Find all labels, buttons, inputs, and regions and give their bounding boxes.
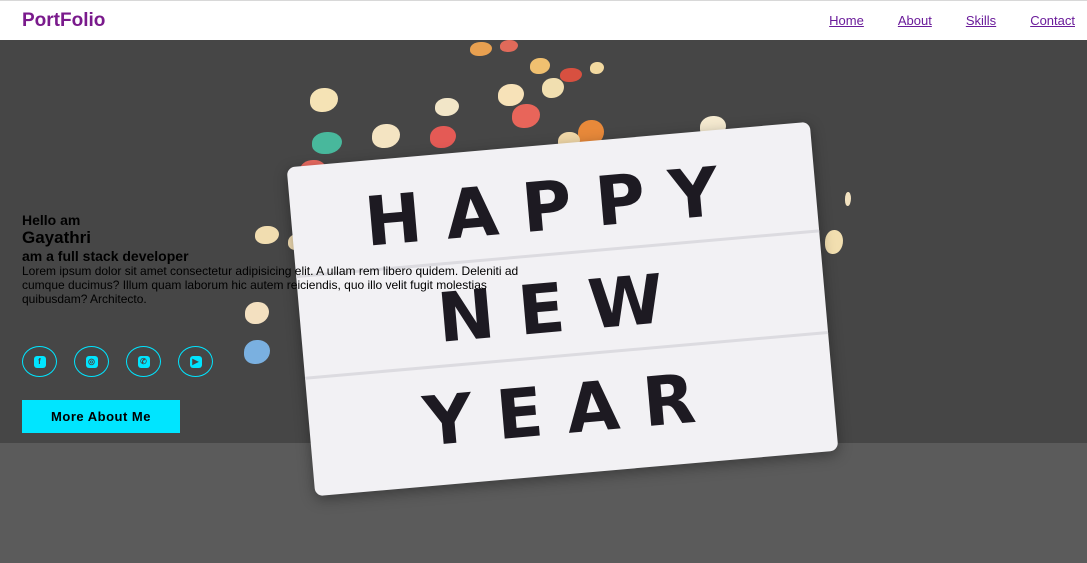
greeting: Hello am: [22, 212, 81, 228]
nav-link-contact[interactable]: Contact: [1030, 13, 1075, 28]
social-links: f ◎ ✆ ▶: [22, 346, 213, 377]
nav-links: Home About Skills Contact: [829, 13, 1075, 28]
instagram-link[interactable]: ◎: [74, 346, 109, 377]
nav-link-about[interactable]: About: [898, 13, 932, 28]
whatsapp-icon: ✆: [137, 355, 150, 368]
name-heading: Gayathri: [22, 228, 91, 247]
navbar: PortFolio Home About Skills Contact: [0, 0, 1087, 40]
logo[interactable]: PortFolio: [22, 10, 105, 32]
instagram-icon: ◎: [85, 355, 98, 368]
facebook-icon: f: [33, 355, 46, 368]
nav-link-home[interactable]: Home: [829, 13, 864, 28]
description: Lorem ipsum dolor sit amet consectetur a…: [22, 264, 519, 306]
role-heading: am a full stack developer: [22, 248, 189, 264]
youtube-icon: ▶: [189, 355, 202, 368]
whatsapp-link[interactable]: ✆: [126, 346, 161, 377]
nav-link-skills[interactable]: Skills: [966, 13, 996, 28]
more-about-me-button[interactable]: More About Me: [22, 400, 180, 433]
happy-new-year-lightbox-image: HAPPY NEW YEAR: [286, 121, 839, 497]
intro-text: Hello am Gayathri am a full stack develo…: [22, 212, 542, 306]
youtube-link[interactable]: ▶: [178, 346, 213, 377]
facebook-link[interactable]: f: [22, 346, 57, 377]
hero-section: HAPPY NEW YEAR Hello am Gayathri am a fu…: [0, 40, 1087, 563]
